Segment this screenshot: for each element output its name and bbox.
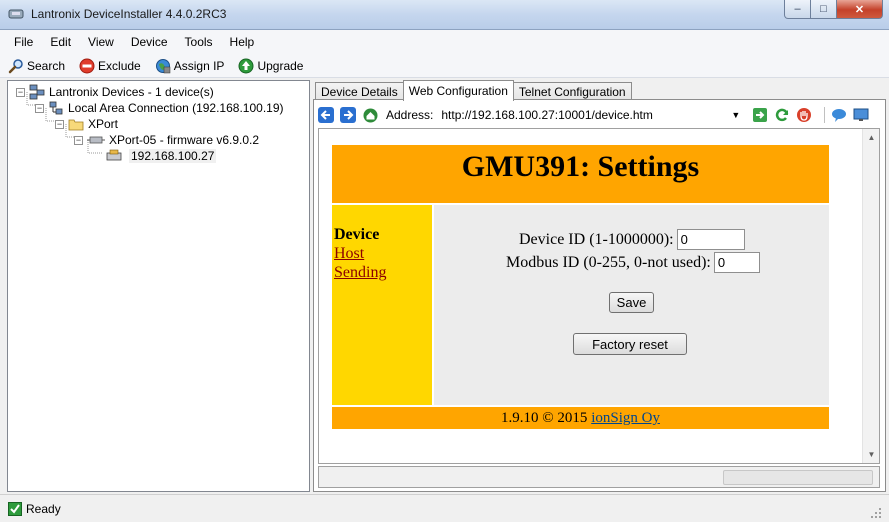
resize-grip-icon[interactable]	[870, 507, 882, 519]
assign-ip-button[interactable]: Assign IP	[155, 58, 225, 74]
save-button[interactable]: Save	[609, 292, 654, 313]
tree-label-connection: Local Area Connection (192.168.100.19)	[68, 101, 284, 115]
tree-expander[interactable]: −	[55, 119, 64, 129]
search-button-label: Search	[27, 58, 66, 73]
globe-icon	[155, 58, 170, 73]
modbus-id-label: Modbus ID (0-255, 0-not used):	[506, 253, 711, 271]
tree-item-ip-address[interactable]: 192.168.100.27	[105, 148, 217, 164]
back-button[interactable]	[318, 107, 334, 123]
address-dropdown[interactable]: ▼	[731, 110, 740, 120]
toolbar: Search Exclude Assign IP Upgrade	[0, 54, 889, 78]
tree-expander[interactable]: −	[74, 135, 83, 145]
sidebar-link-host[interactable]: Host	[334, 244, 432, 263]
forward-arrow-icon	[344, 110, 354, 120]
browser-viewport: GMU391: Settings Device Host Sending Dev…	[318, 128, 880, 464]
network-computers-icon	[29, 84, 45, 100]
close-button[interactable]: ✕	[837, 0, 883, 19]
exclude-button[interactable]: Exclude	[79, 58, 141, 74]
stop-icon[interactable]	[796, 107, 812, 123]
tree-label-device: XPort-05 - firmware v6.9.0.2	[109, 133, 260, 147]
window-title: Lantronix DeviceInstaller 4.4.0.2RC3	[31, 7, 227, 21]
menu-tools[interactable]: Tools	[185, 35, 213, 49]
device-ip-icon	[106, 149, 122, 161]
menu-view[interactable]: View	[88, 35, 114, 49]
chat-icon[interactable]	[831, 107, 847, 123]
address-input[interactable]: http://192.168.100.27:10001/device.htm	[441, 108, 731, 122]
horizontal-scroll-thumb[interactable]	[723, 470, 873, 485]
address-separator	[824, 107, 826, 123]
screen-icon[interactable]	[853, 107, 869, 123]
settings-form: Device ID (1-1000000): 0 Modbus ID (0-25…	[434, 205, 829, 405]
app-icon	[8, 9, 24, 19]
network-connection-icon	[49, 101, 63, 115]
address-bar: Address: http://192.168.100.27:10001/dev…	[318, 104, 883, 126]
page-sidebar: Device Host Sending	[332, 205, 432, 405]
home-button[interactable]	[362, 107, 378, 123]
tree-expander[interactable]: −	[16, 87, 25, 97]
address-label: Address:	[386, 108, 434, 122]
modbus-id-row: Modbus ID (0-255, 0-not used): 0	[506, 252, 760, 273]
menu-help[interactable]: Help	[230, 35, 255, 49]
tab-strip: Device Details Web Configuration Telnet …	[315, 80, 632, 101]
tab-web-configuration[interactable]: Web Configuration	[402, 80, 514, 101]
upgrade-icon	[238, 58, 254, 73]
folder-icon	[68, 119, 84, 131]
title-bar: Lantronix DeviceInstaller 4.4.0.2RC3 ‒ □…	[0, 0, 889, 30]
search-button[interactable]: Search	[8, 58, 65, 74]
web-page: GMU391: Settings Device Host Sending Dev…	[332, 145, 829, 429]
tree-label-folder: XPort	[88, 117, 119, 131]
upgrade-button-label: Upgrade	[257, 58, 304, 73]
tree-item-lantronix-devices[interactable]: − Lantronix Devices - 1 device(s)	[16, 84, 214, 100]
footer-text: 1.9.10 © 2015	[501, 410, 592, 426]
forward-button[interactable]	[340, 107, 356, 123]
status-bar: Ready	[0, 494, 889, 522]
upgrade-button[interactable]: Upgrade	[238, 58, 303, 74]
assign-ip-button-label: Assign IP	[173, 58, 225, 73]
tree-label-ip: 192.168.100.27	[129, 149, 217, 163]
web-configuration-panel: Address: http://192.168.100.27:10001/dev…	[313, 99, 886, 492]
page-footer: 1.9.10 © 2015 ionSign Oy	[332, 407, 829, 429]
ready-check-icon	[8, 501, 22, 516]
maximize-button[interactable]: □	[811, 0, 837, 19]
modbus-id-input[interactable]: 0	[713, 252, 760, 273]
page-title: GMU391: Settings	[461, 150, 700, 183]
device-id-label: Device ID (1-1000000):	[519, 230, 674, 248]
factory-reset-button[interactable]: Factory reset	[573, 333, 687, 355]
exclude-icon	[79, 58, 95, 73]
horizontal-scrollbar[interactable]	[318, 466, 880, 488]
menu-bar: File Edit View Device Tools Help	[0, 30, 889, 54]
vertical-scrollbar[interactable]: ▲ ▼	[862, 129, 879, 463]
status-text: Ready	[26, 501, 61, 516]
page-header: GMU391: Settings	[332, 145, 829, 203]
device-tree[interactable]: − Lantronix Devices - 1 device(s) − Loca…	[7, 80, 310, 492]
device-id-input[interactable]: 0	[676, 229, 745, 250]
menu-device[interactable]: Device	[131, 35, 168, 49]
tree-item-xport-folder[interactable]: − XPort	[55, 116, 118, 132]
go-icon[interactable]	[752, 107, 768, 123]
exclude-button-label: Exclude	[98, 58, 141, 73]
window-controls: ‒ □ ✕	[784, 0, 883, 20]
scroll-up-arrow[interactable]: ▲	[863, 129, 880, 146]
device-id-row: Device ID (1-1000000): 0	[519, 229, 745, 250]
tree-label-root: Lantronix Devices - 1 device(s)	[49, 85, 214, 99]
refresh-icon[interactable]	[774, 107, 790, 123]
menu-file[interactable]: File	[14, 35, 33, 49]
scroll-down-arrow[interactable]: ▼	[863, 446, 880, 463]
device-icon	[87, 136, 105, 144]
minimize-button[interactable]: ‒	[784, 0, 811, 19]
back-arrow-icon	[320, 110, 330, 120]
search-icon	[8, 58, 23, 73]
sidebar-title: Device	[334, 226, 380, 243]
tree-expander[interactable]: −	[35, 103, 44, 113]
footer-link[interactable]: ionSign Oy	[591, 410, 660, 426]
sidebar-link-sending[interactable]: Sending	[334, 263, 432, 282]
tree-item-local-area-connection[interactable]: − Local Area Connection (192.168.100.19)	[35, 100, 284, 116]
tree-item-xport-device[interactable]: − XPort-05 - firmware v6.9.0.2	[74, 132, 259, 148]
menu-edit[interactable]: Edit	[50, 35, 71, 49]
home-icon	[363, 108, 377, 122]
